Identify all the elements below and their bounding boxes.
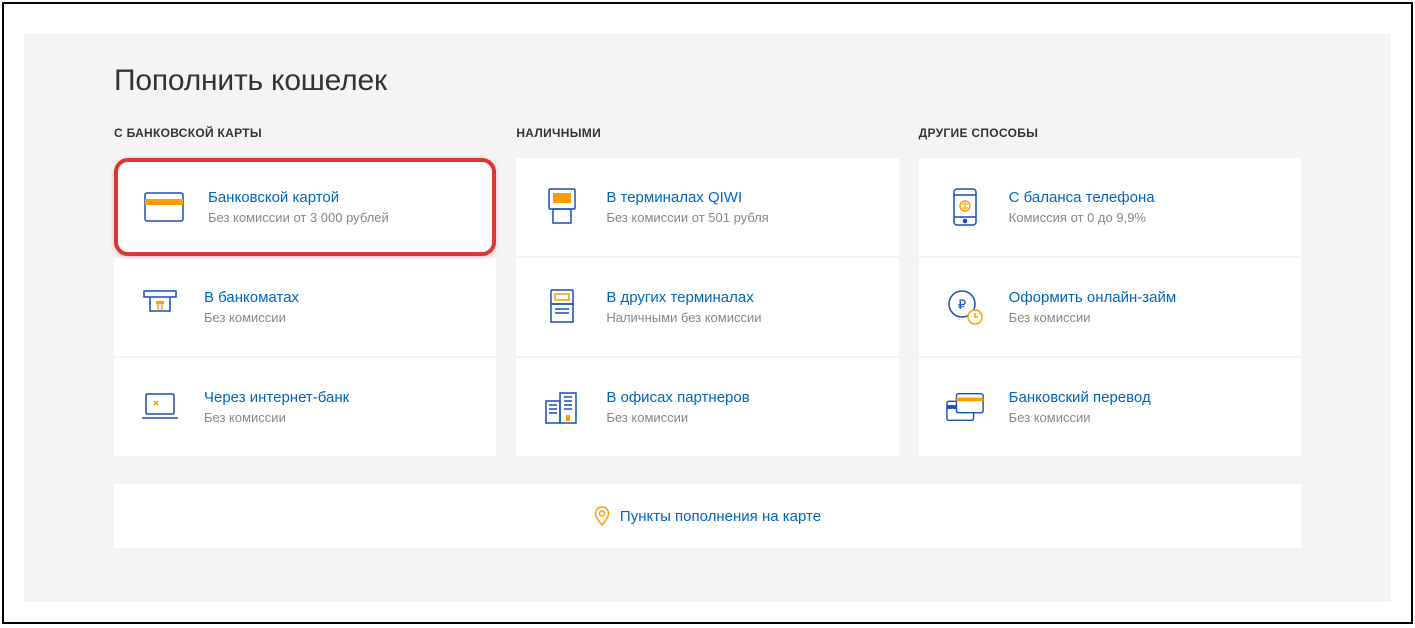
tile-subtitle: Без комиссии: [1009, 310, 1177, 325]
column-header-other: ДРУГИЕ СПОСОБЫ: [919, 126, 1301, 140]
column-header-cash: НАЛИЧНЫМИ: [516, 126, 898, 140]
column-other: ДРУГИЕ СПОСОБЫ: [919, 126, 1301, 456]
tile-online-loan[interactable]: ₽ Оформить онлайн-займ Без комиссии: [919, 258, 1301, 356]
tile-title: Через интернет-банк: [204, 389, 349, 406]
tile-phone-balance[interactable]: С баланса телефона Комиссия от 0 до 9,9%: [919, 158, 1301, 256]
tile-subtitle: Наличными без комиссии: [606, 310, 761, 325]
map-link-text: Пункты пополнения на карте: [620, 508, 821, 525]
card-icon: [144, 187, 184, 227]
tile-title: В терминалах QIWI: [606, 189, 768, 206]
tile-subtitle: Без комиссии: [606, 410, 749, 425]
terminal-icon: [542, 287, 582, 327]
tile-other-terminals[interactable]: В других терминалах Наличными без комисс…: [516, 258, 898, 356]
svg-text:₽: ₽: [958, 297, 966, 312]
tile-atm[interactable]: В банкоматах Без комиссии: [114, 258, 496, 356]
tile-qiwi-terminals[interactable]: В терминалах QIWI Без комиссии от 501 ру…: [516, 158, 898, 256]
tile-subtitle: Без комиссии: [1009, 410, 1151, 425]
tile-title: Банковской картой: [208, 189, 389, 206]
laptop-icon: [140, 387, 180, 427]
transfer-icon: [945, 387, 985, 427]
tile-subtitle: Без комиссии: [204, 310, 299, 325]
tile-partner-offices[interactable]: В офисах партнеров Без комиссии: [516, 358, 898, 456]
column-header-card: С БАНКОВСКОЙ КАРТЫ: [114, 126, 496, 140]
tile-internet-bank[interactable]: Через интернет-банк Без комиссии: [114, 358, 496, 456]
tile-subtitle: Без комиссии: [204, 410, 349, 425]
tile-bank-transfer[interactable]: Банковский перевод Без комиссии: [919, 358, 1301, 456]
office-icon: [542, 387, 582, 427]
tile-title: В других терминалах: [606, 289, 761, 306]
page-title: Пополнить кошелек: [114, 64, 1301, 98]
tile-subtitle: Комиссия от 0 до 9,9%: [1009, 210, 1155, 225]
tile-title: Оформить онлайн-займ: [1009, 289, 1177, 306]
phone-icon: [945, 187, 985, 227]
topup-map-link[interactable]: Пункты пополнения на карте: [114, 484, 1301, 548]
atm-icon: [140, 287, 180, 327]
tile-title: В офисах партнеров: [606, 389, 749, 406]
column-cash: НАЛИЧНЫМИ В терминалах QIWI Без: [516, 126, 898, 456]
tile-bank-card[interactable]: Банковской картой Без комиссии от 3 000 …: [114, 158, 496, 256]
tile-subtitle: Без комиссии от 501 рубля: [606, 210, 768, 225]
tile-title: В банкоматах: [204, 289, 299, 306]
tile-title: С баланса телефона: [1009, 189, 1155, 206]
tile-title: Банковский перевод: [1009, 389, 1151, 406]
qiwi-terminal-icon: [542, 187, 582, 227]
column-card: С БАНКОВСКОЙ КАРТЫ Банковской картой Без…: [114, 126, 496, 456]
loan-icon: ₽: [945, 287, 985, 327]
tile-subtitle: Без комиссии от 3 000 рублей: [208, 210, 389, 225]
top-up-methods-grid: С БАНКОВСКОЙ КАРТЫ Банковской картой Без…: [114, 126, 1301, 456]
map-pin-icon: [594, 506, 610, 526]
